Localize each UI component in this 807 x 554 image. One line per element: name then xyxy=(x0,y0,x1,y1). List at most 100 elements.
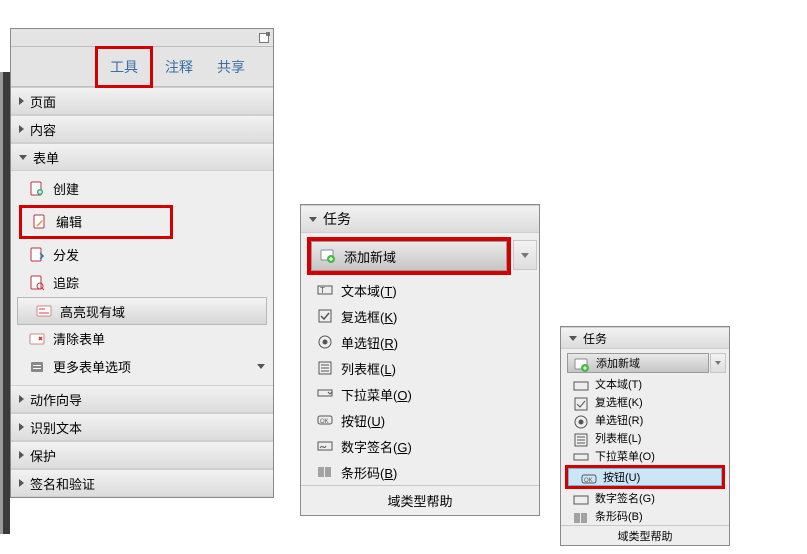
dock-icon[interactable] xyxy=(259,33,269,43)
forms-track[interactable]: 追踪 xyxy=(11,269,273,297)
section-label: 签名和验证 xyxy=(30,474,95,493)
section-label: 动作向导 xyxy=(30,390,82,409)
section-pages[interactable]: 页面 xyxy=(11,87,273,115)
item-label: 列表框(L) xyxy=(595,430,641,446)
highlight-fields-icon xyxy=(36,303,52,319)
add-new-field-button-small[interactable]: 添加新域 xyxy=(567,353,709,373)
checkbox-icon xyxy=(573,396,589,408)
section-action-wizard[interactable]: 动作向导 xyxy=(11,385,273,413)
field-type-text-small[interactable]: 文本域(T) xyxy=(561,375,729,393)
tab-comment[interactable]: 注释 xyxy=(153,49,205,85)
add-new-field-button[interactable]: 添加新域 xyxy=(311,241,507,271)
forms-create[interactable]: 创建 xyxy=(11,175,273,203)
chevron-down-icon xyxy=(715,361,721,365)
chevron-down-icon xyxy=(569,336,577,341)
button-label: 添加新域 xyxy=(596,355,640,371)
chevron-right-icon xyxy=(19,479,24,487)
forms-distribute[interactable]: 分发 xyxy=(11,241,273,269)
item-label: 编辑 xyxy=(56,212,82,231)
edit-form-icon xyxy=(32,214,48,230)
button-field-icon: OK xyxy=(581,471,597,483)
item-label: 列表框(L) xyxy=(341,359,396,378)
item-label: 域类型帮助 xyxy=(387,491,452,510)
section-label: 任务 xyxy=(583,330,607,347)
field-type-barcode-small[interactable]: 条形码(B) xyxy=(561,507,729,525)
add-field-dropdown-toggle-small[interactable] xyxy=(710,353,726,373)
signature-icon xyxy=(317,438,333,454)
chevron-down-icon xyxy=(257,364,265,369)
add-field-icon xyxy=(320,248,336,264)
dropdown-icon xyxy=(573,450,589,462)
field-type-radio-small[interactable]: 单选钮(R) xyxy=(561,411,729,429)
field-type-button-small[interactable]: OK 按钮(U) xyxy=(568,468,722,486)
chevron-right-icon xyxy=(19,451,24,459)
chevron-down-icon xyxy=(309,217,317,222)
tasks-header[interactable]: 任务 xyxy=(301,205,539,233)
chevron-down-icon xyxy=(521,253,529,258)
item-label: 域类型帮助 xyxy=(618,528,673,544)
item-label: 文本域(T) xyxy=(341,281,397,300)
svg-text:OK: OK xyxy=(320,419,329,425)
button-label: 添加新域 xyxy=(344,247,396,266)
field-type-listbox[interactable]: 列表框(L) xyxy=(301,355,539,381)
field-type-listbox-small[interactable]: 列表框(L) xyxy=(561,429,729,447)
barcode-icon xyxy=(317,464,333,480)
chevron-right-icon xyxy=(19,395,24,403)
chevron-down-icon xyxy=(19,155,27,160)
chevron-right-icon xyxy=(19,423,24,431)
field-type-help-small[interactable]: 域类型帮助 xyxy=(561,525,729,545)
item-label: 单选钮(R) xyxy=(341,333,398,352)
svg-text:T: T xyxy=(320,286,325,295)
field-type-checkbox-small[interactable]: 复选框(K) xyxy=(561,393,729,411)
radio-icon xyxy=(573,414,589,426)
tab-share[interactable]: 共享 xyxy=(205,49,257,85)
field-type-signature-small[interactable]: 数字签名(G) xyxy=(561,489,729,507)
add-field-dropdown-toggle[interactable] xyxy=(513,240,537,270)
item-label: 单选钮(R) xyxy=(595,412,643,428)
panel-titlebar xyxy=(11,29,273,47)
field-type-dropdown[interactable]: 下拉菜单(O) xyxy=(301,381,539,407)
item-label: 复选框(K) xyxy=(341,307,397,326)
item-label: 更多表单选项 xyxy=(53,357,131,376)
item-label: 文本域(T) xyxy=(595,376,642,392)
item-label: 追踪 xyxy=(53,273,79,292)
section-label: 表单 xyxy=(33,148,59,167)
forms-section-body: 创建 编辑 分发 追踪 高亮现有域 清除表单 更多表单选项 xyxy=(11,171,273,385)
section-forms[interactable]: 表单 xyxy=(11,143,273,171)
item-label: 分发 xyxy=(53,245,79,264)
section-label: 页面 xyxy=(30,92,56,111)
item-label: 条形码(B) xyxy=(595,508,643,524)
section-protect[interactable]: 保护 xyxy=(11,441,273,469)
add-field-icon xyxy=(574,357,590,369)
panel-tabs: 工具 注释 共享 xyxy=(11,47,273,87)
forms-more-options[interactable]: 更多表单选项 xyxy=(11,353,273,381)
forms-highlight-fields[interactable]: 高亮现有域 xyxy=(17,297,267,325)
field-type-text[interactable]: T 文本域(T) xyxy=(301,277,539,303)
item-label: 按钮(U) xyxy=(603,469,640,485)
button-field-icon: OK xyxy=(317,412,333,428)
field-type-signature[interactable]: 数字签名(G) xyxy=(301,433,539,459)
tasks-header-small[interactable]: 任务 xyxy=(561,327,729,349)
tasks-panel-small: 任务 添加新域 文本域(T) 复选框(K) 单选钮(R) 列表框(L) 下拉菜单… xyxy=(560,326,730,546)
item-label: 复选框(K) xyxy=(595,394,643,410)
listbox-icon xyxy=(573,432,589,444)
field-type-dropdown-small[interactable]: 下拉菜单(O) xyxy=(561,447,729,465)
highlight-box: 添加新域 xyxy=(307,237,511,275)
section-label: 保护 xyxy=(30,446,56,465)
dropdown-icon xyxy=(317,386,333,402)
field-type-barcode[interactable]: 条形码(B) xyxy=(301,459,539,485)
field-type-checkbox[interactable]: 复选框(K) xyxy=(301,303,539,329)
highlight-box-small: OK 按钮(U) xyxy=(565,465,725,489)
forms-edit[interactable]: 编辑 xyxy=(22,208,170,236)
forms-clear[interactable]: 清除表单 xyxy=(11,325,273,353)
field-type-button[interactable]: OK 按钮(U) xyxy=(301,407,539,433)
section-sign[interactable]: 签名和验证 xyxy=(11,469,273,497)
item-label: 数字签名(G) xyxy=(341,437,412,456)
tab-tools[interactable]: 工具 xyxy=(95,46,153,88)
section-ocr[interactable]: 识别文本 xyxy=(11,413,273,441)
field-type-help[interactable]: 域类型帮助 xyxy=(301,485,539,515)
barcode-icon xyxy=(573,510,589,522)
section-label: 识别文本 xyxy=(30,418,82,437)
field-type-radio[interactable]: 单选钮(R) xyxy=(301,329,539,355)
section-content[interactable]: 内容 xyxy=(11,115,273,143)
